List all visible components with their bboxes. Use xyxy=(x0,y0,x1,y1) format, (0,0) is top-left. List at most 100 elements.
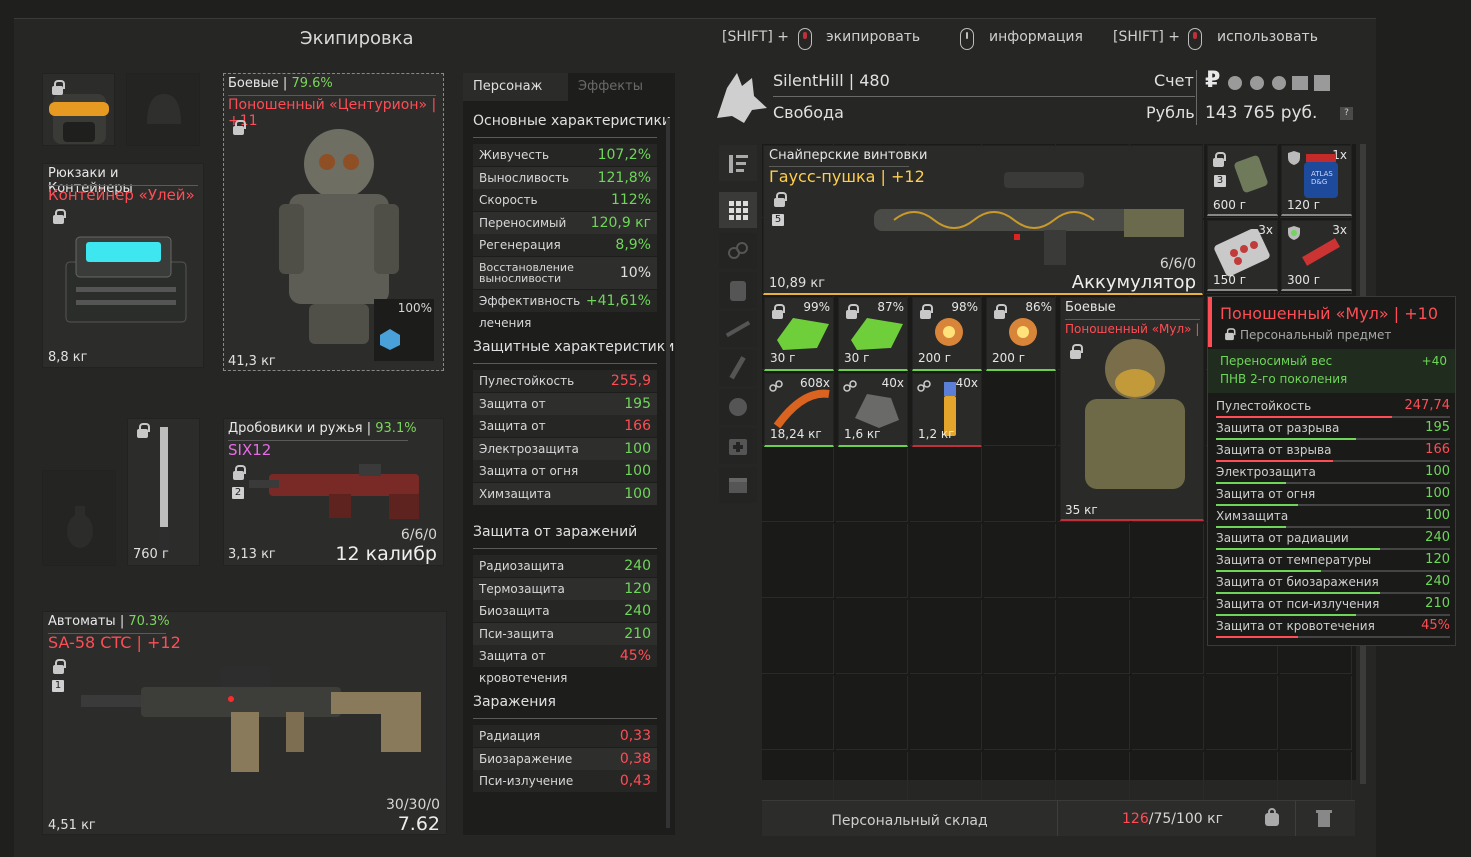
tab-all-items[interactable] xyxy=(719,192,757,228)
mule-armor-image xyxy=(1085,339,1185,489)
personal-storage-button[interactable]: Персональный склад xyxy=(762,801,1057,836)
tooltip-stat-value: 120 xyxy=(1425,552,1450,567)
lock-icon xyxy=(53,209,66,224)
helmet-slot[interactable] xyxy=(42,73,115,146)
grid-cell[interactable] xyxy=(984,676,1056,750)
inventory-item[interactable]: 40x 1,2 кг xyxy=(912,373,982,447)
stat-value: 112% xyxy=(610,192,651,209)
tooltip-stat-value: 100 xyxy=(1425,508,1450,523)
lock-icon xyxy=(1225,328,1236,341)
grid-cell[interactable] xyxy=(910,448,982,522)
headgear-slot[interactable] xyxy=(126,73,200,146)
currency-icons[interactable] xyxy=(1226,72,1336,94)
stats-scrollbar[interactable] xyxy=(666,118,670,828)
tab-character[interactable]: Персонаж xyxy=(463,73,568,101)
grid-cell[interactable] xyxy=(1206,676,1278,750)
headgear-placeholder-icon xyxy=(147,94,181,124)
grid-cell[interactable] xyxy=(984,372,1056,446)
trash-button[interactable] xyxy=(1302,801,1347,836)
item-weight: 150 г xyxy=(1213,273,1247,287)
inventory-artifact[interactable]: 87% 30 г xyxy=(838,297,908,371)
gauss-gun-item[interactable]: Снайперские винтовки Гаусс-пушка | +12 5… xyxy=(763,145,1203,295)
grid-cell[interactable] xyxy=(762,448,834,522)
grid-cell[interactable] xyxy=(910,676,982,750)
moss-artifact-image xyxy=(851,318,903,350)
stat-row: Регенерация 8,9% xyxy=(473,234,657,257)
grid-cell[interactable] xyxy=(836,600,908,674)
grid-cell[interactable] xyxy=(762,524,834,598)
stat-row: Выносливость 121,8% xyxy=(473,166,657,189)
tooltip-stat-label: Защита от температуры xyxy=(1216,553,1372,567)
backpack-slot[interactable]: Рюкзаки и Контейнеры Контейнер «Улей» 8,… xyxy=(42,163,204,368)
grid-cell[interactable] xyxy=(836,524,908,598)
tab-effects[interactable]: Эффекты xyxy=(568,73,675,101)
account-label: Счет xyxy=(1154,71,1194,90)
grid-cell[interactable] xyxy=(1280,676,1352,750)
stat-value: 107,2% xyxy=(597,147,651,163)
container-percent: 100% xyxy=(397,301,432,315)
grid-cell[interactable] xyxy=(1058,600,1130,674)
grid-cell[interactable] xyxy=(910,600,982,674)
tooltip-stat-label: Защита от пси-излучения xyxy=(1216,597,1380,611)
grid-cell[interactable] xyxy=(836,676,908,750)
gauss-gun-image xyxy=(874,172,1184,265)
inventory-item[interactable]: 608x 18,24 кг xyxy=(764,373,834,447)
grid-cell[interactable] xyxy=(984,600,1056,674)
armor-weight: 41,3 кг xyxy=(228,354,276,369)
stat-row: Переносимый вес120,9 кг xyxy=(473,211,657,252)
grid-cell[interactable] xyxy=(1132,524,1204,598)
inventory-artifact[interactable]: 98% 200 г xyxy=(912,297,982,371)
tooltip-subtitle: Персональный предмет xyxy=(1240,328,1392,342)
help-button[interactable]: ? xyxy=(1340,107,1353,120)
inventory-item-jar[interactable]: 1x ATLAS D&G 120 г xyxy=(1281,145,1352,216)
tab-melee[interactable] xyxy=(719,350,757,386)
stat-label: Термозащита xyxy=(479,581,565,596)
inventory-item-injector[interactable]: 3x 300 г xyxy=(1281,220,1352,291)
grid-cell[interactable] xyxy=(984,448,1056,522)
grid-cell[interactable] xyxy=(1058,676,1130,750)
rifle-icon xyxy=(725,320,751,338)
tab-artifacts[interactable] xyxy=(719,389,757,425)
tab-weapons[interactable] xyxy=(719,311,757,347)
tab-misc[interactable] xyxy=(719,467,757,503)
mule-armor-item[interactable]: Боевые Поношенный «Мул» | +... 35 кг xyxy=(1060,297,1204,521)
grid-cell[interactable] xyxy=(762,600,834,674)
stat-row: Пулестойкость 255,9 xyxy=(473,370,657,392)
stat-bar xyxy=(1216,636,1298,638)
slot-number-badge: 2 xyxy=(232,487,244,499)
inventory-artifact[interactable]: 99% 30 г xyxy=(764,297,834,371)
grenade-slot[interactable] xyxy=(42,470,116,566)
inventory-item-detector[interactable]: 3 600 г xyxy=(1207,145,1278,216)
fire-artifact-image xyxy=(935,318,963,346)
backpack-weight: 8,8 кг xyxy=(48,350,88,365)
armor-container-slot[interactable]: 100% xyxy=(374,299,434,361)
item-weight: 30 г xyxy=(844,351,870,365)
sort-button[interactable] xyxy=(719,145,757,181)
tab-medicine[interactable] xyxy=(719,428,757,464)
grid-cell[interactable] xyxy=(984,524,1056,598)
stat-label: Биозаражение xyxy=(479,751,573,766)
melee-slot[interactable]: 760 г xyxy=(127,418,200,566)
shotgun-slot[interactable]: Дробовики и ружья | 93.1% SIX12 2 6/6/0 … xyxy=(223,418,444,566)
inventory-item-pills[interactable]: 3x 150 г xyxy=(1207,220,1278,291)
bonus-value: +40 xyxy=(1421,354,1447,368)
mouse-middle-icon xyxy=(960,28,974,50)
six12-shotgun-image xyxy=(249,464,419,519)
tab-attachments[interactable] xyxy=(719,233,757,269)
item-weight: 600 г xyxy=(1213,198,1247,212)
armor-slot[interactable]: Боевые | 79.6% Поношенный «Центурион» | … xyxy=(223,73,444,371)
grid-cell[interactable] xyxy=(1058,524,1130,598)
tab-armor[interactable] xyxy=(719,272,757,308)
grid-cell[interactable] xyxy=(1132,600,1204,674)
ruble-icon[interactable]: ₽ xyxy=(1205,68,1220,93)
weight-indicator: 126/75/100 кг xyxy=(1122,811,1223,827)
inventory-item[interactable]: 40x 1,6 кг xyxy=(838,373,908,447)
stat-row: Биозащита 240 xyxy=(473,600,657,623)
grid-cell[interactable] xyxy=(762,676,834,750)
grid-cell[interactable] xyxy=(910,524,982,598)
weight-button[interactable] xyxy=(1250,801,1295,836)
rifle-slot[interactable]: Автоматы | 70.3% SA-58 CTC | +12 1 30/30… xyxy=(42,611,447,835)
inventory-artifact[interactable]: 86% 200 г xyxy=(986,297,1056,371)
grid-cell[interactable] xyxy=(1132,676,1204,750)
grid-cell[interactable] xyxy=(836,448,908,522)
